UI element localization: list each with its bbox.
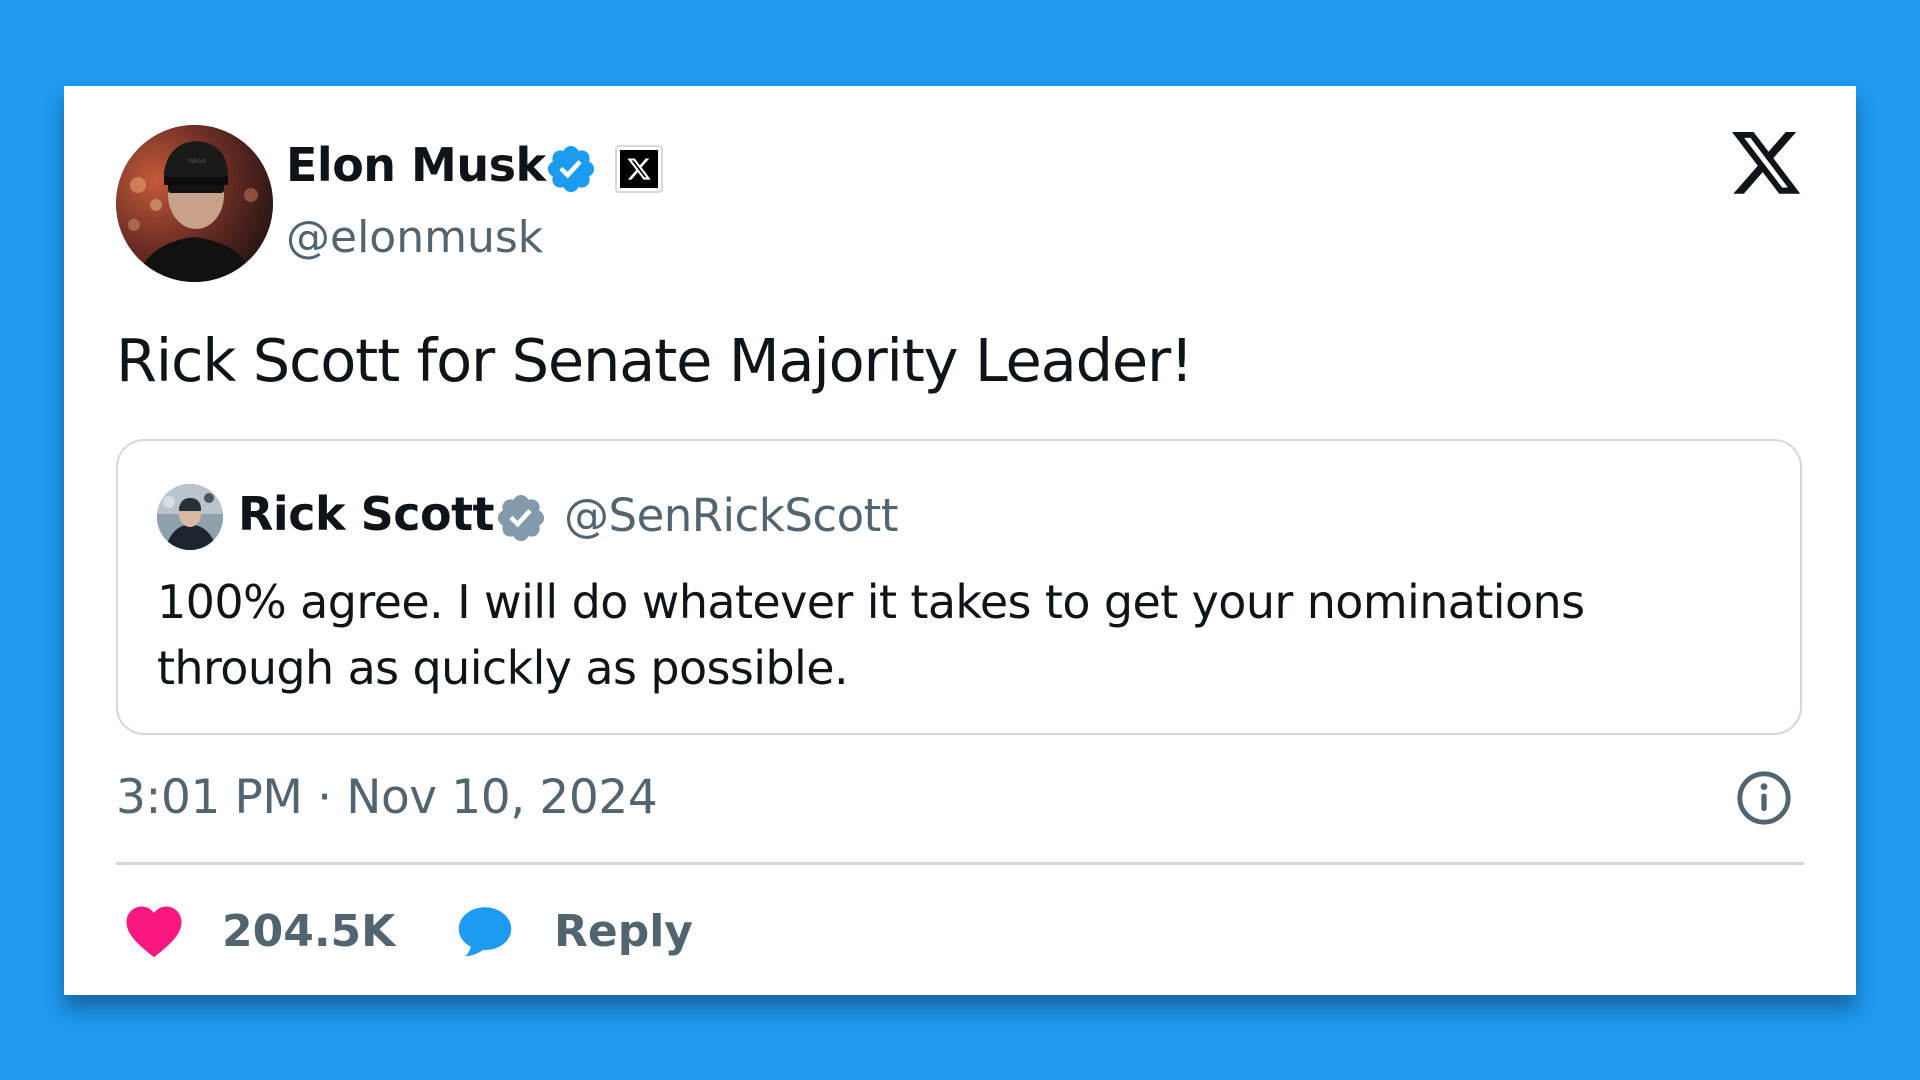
author-name[interactable]: Elon Musk bbox=[286, 138, 546, 192]
tweet-timestamp[interactable]: 3:01 PM · Nov 10, 2024 bbox=[116, 770, 658, 825]
affiliate-badge bbox=[615, 145, 663, 193]
verified-badge-icon bbox=[547, 145, 595, 193]
svg-text:MAGA: MAGA bbox=[188, 158, 207, 165]
quoted-author-handle[interactable]: @SenRickScott bbox=[564, 489, 898, 542]
quoted-tweet[interactable]: Rick Scott @SenRickScott 100% agree. I w… bbox=[116, 439, 1802, 735]
divider bbox=[116, 862, 1804, 865]
tweet-text: Rick Scott for Senate Majority Leader! bbox=[116, 326, 1194, 395]
x-logo-icon[interactable] bbox=[1728, 131, 1804, 201]
reply-bubble-icon bbox=[458, 907, 512, 957]
verified-badge-icon bbox=[497, 494, 545, 542]
author-avatar[interactable]: MAGA bbox=[116, 125, 273, 282]
reply-label: Reply bbox=[554, 905, 693, 957]
quoted-avatar-image bbox=[157, 484, 223, 550]
info-icon[interactable] bbox=[1735, 769, 1793, 827]
tweet-card: MAGA Elon Musk @elonmusk Rick Scott for … bbox=[64, 86, 1856, 995]
reply-button[interactable]: Reply bbox=[454, 894, 693, 968]
like-count: 204.5K bbox=[222, 905, 396, 957]
quoted-tweet-text: 100% agree. I will do whatever it takes … bbox=[157, 575, 1585, 695]
heart-icon bbox=[126, 906, 182, 958]
author-handle[interactable]: @elonmusk bbox=[286, 212, 543, 263]
author-avatar-image: MAGA bbox=[116, 125, 273, 282]
quoted-author-name[interactable]: Rick Scott bbox=[238, 487, 495, 541]
quoted-author-avatar[interactable] bbox=[157, 484, 223, 550]
x-logo-icon bbox=[620, 150, 658, 188]
like-button[interactable]: 204.5K bbox=[124, 894, 395, 968]
